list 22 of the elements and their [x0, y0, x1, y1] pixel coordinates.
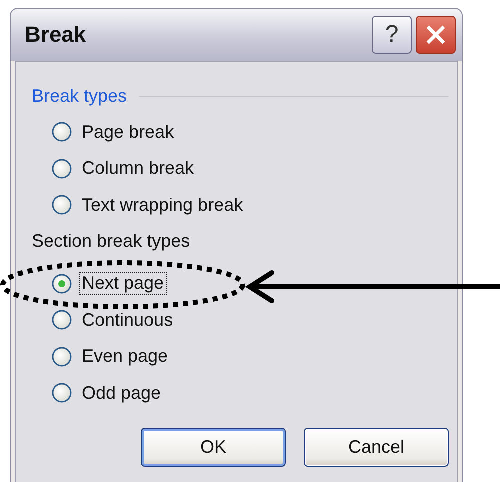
option-label[interactable]: Odd page: [80, 382, 164, 404]
option-label[interactable]: Even page: [80, 346, 170, 368]
help-button[interactable]: ?: [372, 16, 412, 54]
close-button[interactable]: [416, 16, 456, 54]
radio-button[interactable]: [52, 310, 72, 330]
radio-button[interactable]: [52, 346, 72, 367]
option-label[interactable]: Page break: [80, 122, 176, 143]
dialog-button[interactable]: OK: [141, 428, 286, 466]
radio-button[interactable]: [52, 195, 72, 216]
radio-button[interactable]: [52, 122, 72, 142]
close-icon: [425, 24, 447, 46]
dialog-button[interactable]: Cancel: [304, 428, 449, 466]
option-label[interactable]: Column break: [80, 158, 196, 180]
radio-button[interactable]: [52, 158, 72, 179]
option-label[interactable]: Next page: [80, 273, 166, 294]
option-label[interactable]: Text wrapping break: [80, 194, 246, 216]
radio-button[interactable]: [52, 383, 72, 404]
group-title: Break types: [32, 86, 128, 106]
radio-button[interactable]: [52, 274, 72, 294]
option-label[interactable]: Continuous: [80, 310, 176, 331]
window-title: Break: [25, 22, 88, 48]
group-title: Section break types: [32, 231, 190, 252]
